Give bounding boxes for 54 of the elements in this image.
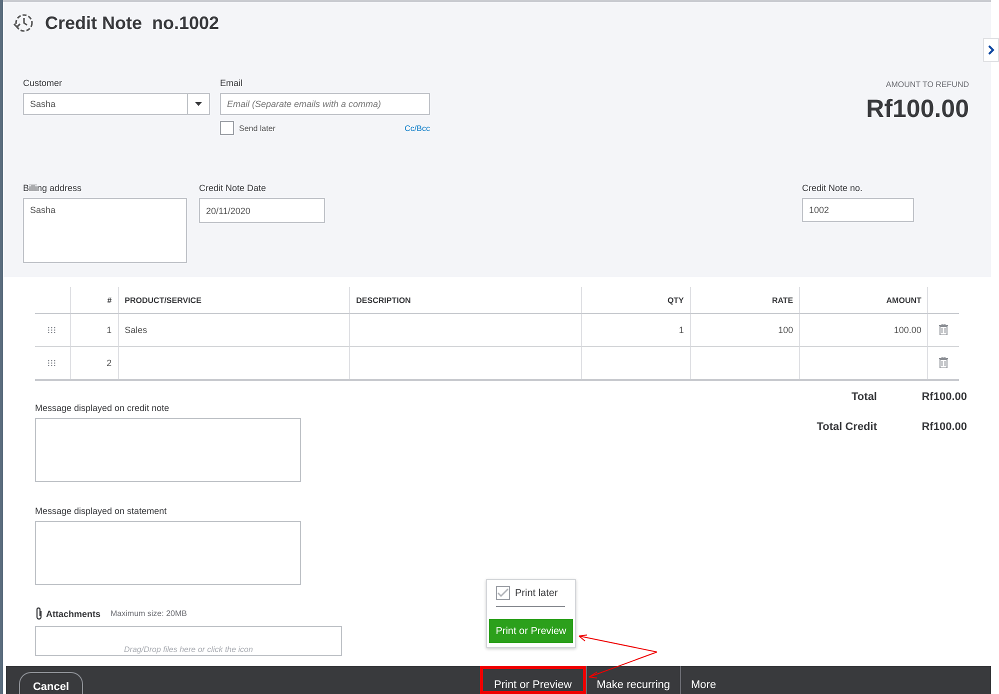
field-label: Credit Note Date [199, 183, 266, 193]
paperclip-icon[interactable] [35, 607, 43, 620]
checkbox-label: Send later [239, 124, 276, 132]
send-later-checkbox[interactable] [220, 121, 234, 135]
customer-field[interactable]: Sasha [23, 93, 188, 115]
email-field[interactable]: Email (Separate emails with a comma) [220, 93, 430, 115]
table-cell: 1 [581, 314, 690, 346]
column-header: QTY [581, 287, 690, 314]
total-label: Total Credit [816, 421, 877, 433]
history-icon[interactable] [13, 12, 35, 34]
date-field[interactable]: 20/11/2020 [199, 198, 325, 223]
column-header: AMOUNT [800, 287, 928, 314]
table-cell: Sales [118, 314, 350, 346]
total-value: Rf100.00 [920, 421, 967, 433]
page-title: Credit Note no.1002 [45, 12, 220, 34]
cc-bcc-link[interactable]: Cc/Bcc [404, 124, 430, 132]
column-header: PRODUCT/SERVICE [118, 287, 350, 314]
amount-value: Rf100.00 [866, 95, 969, 124]
table-cell: 100 [690, 314, 800, 346]
checkbox-label: Print later [515, 588, 558, 598]
trash-icon[interactable] [939, 324, 948, 334]
print-later-checkbox[interactable] [496, 586, 510, 600]
size-hint: Maximum size: 20MB [110, 609, 187, 618]
amount-label: AMOUNT TO REFUND [886, 80, 969, 89]
footer-action-button[interactable]: Print or Preview [480, 666, 586, 694]
total-value: Rf100.00 [920, 391, 967, 403]
table-cell: 1 [70, 314, 118, 346]
field-label: Credit Note no. [802, 183, 863, 193]
drag-handle-icon[interactable] [48, 327, 56, 333]
total-label: Total [850, 391, 877, 403]
field-label: Message displayed on statement [35, 506, 167, 516]
field-label: Billing address [23, 183, 82, 193]
credit-note-number-field[interactable]: 1002 [802, 198, 914, 222]
message-field[interactable] [35, 418, 301, 482]
footer-action-button[interactable]: More [680, 666, 726, 694]
cancel-button[interactable]: Cancel [19, 672, 83, 694]
trash-icon[interactable] [939, 356, 948, 368]
caret-icon [195, 102, 202, 106]
attachments-label: Attachments [46, 608, 101, 618]
expand-panel-button[interactable] [983, 38, 999, 62]
footer-action-button[interactable]: Make recurring [586, 666, 680, 694]
billing-address-field[interactable]: Sasha [23, 198, 187, 263]
column-header: # [70, 287, 118, 314]
field-label: Customer [23, 78, 62, 88]
column-header: RATE [690, 287, 800, 314]
column-header: DESCRIPTION [350, 287, 582, 314]
field-label: Message displayed on credit note [35, 403, 170, 413]
field-label: Email [220, 78, 243, 88]
drag-handle-icon[interactable] [48, 360, 56, 366]
chevron-right-icon [987, 45, 995, 55]
dropdown-button[interactable] [188, 93, 210, 115]
message-field[interactable] [35, 521, 301, 585]
table-cell: 100.00 [800, 314, 928, 346]
table-cell: 2 [70, 346, 118, 380]
